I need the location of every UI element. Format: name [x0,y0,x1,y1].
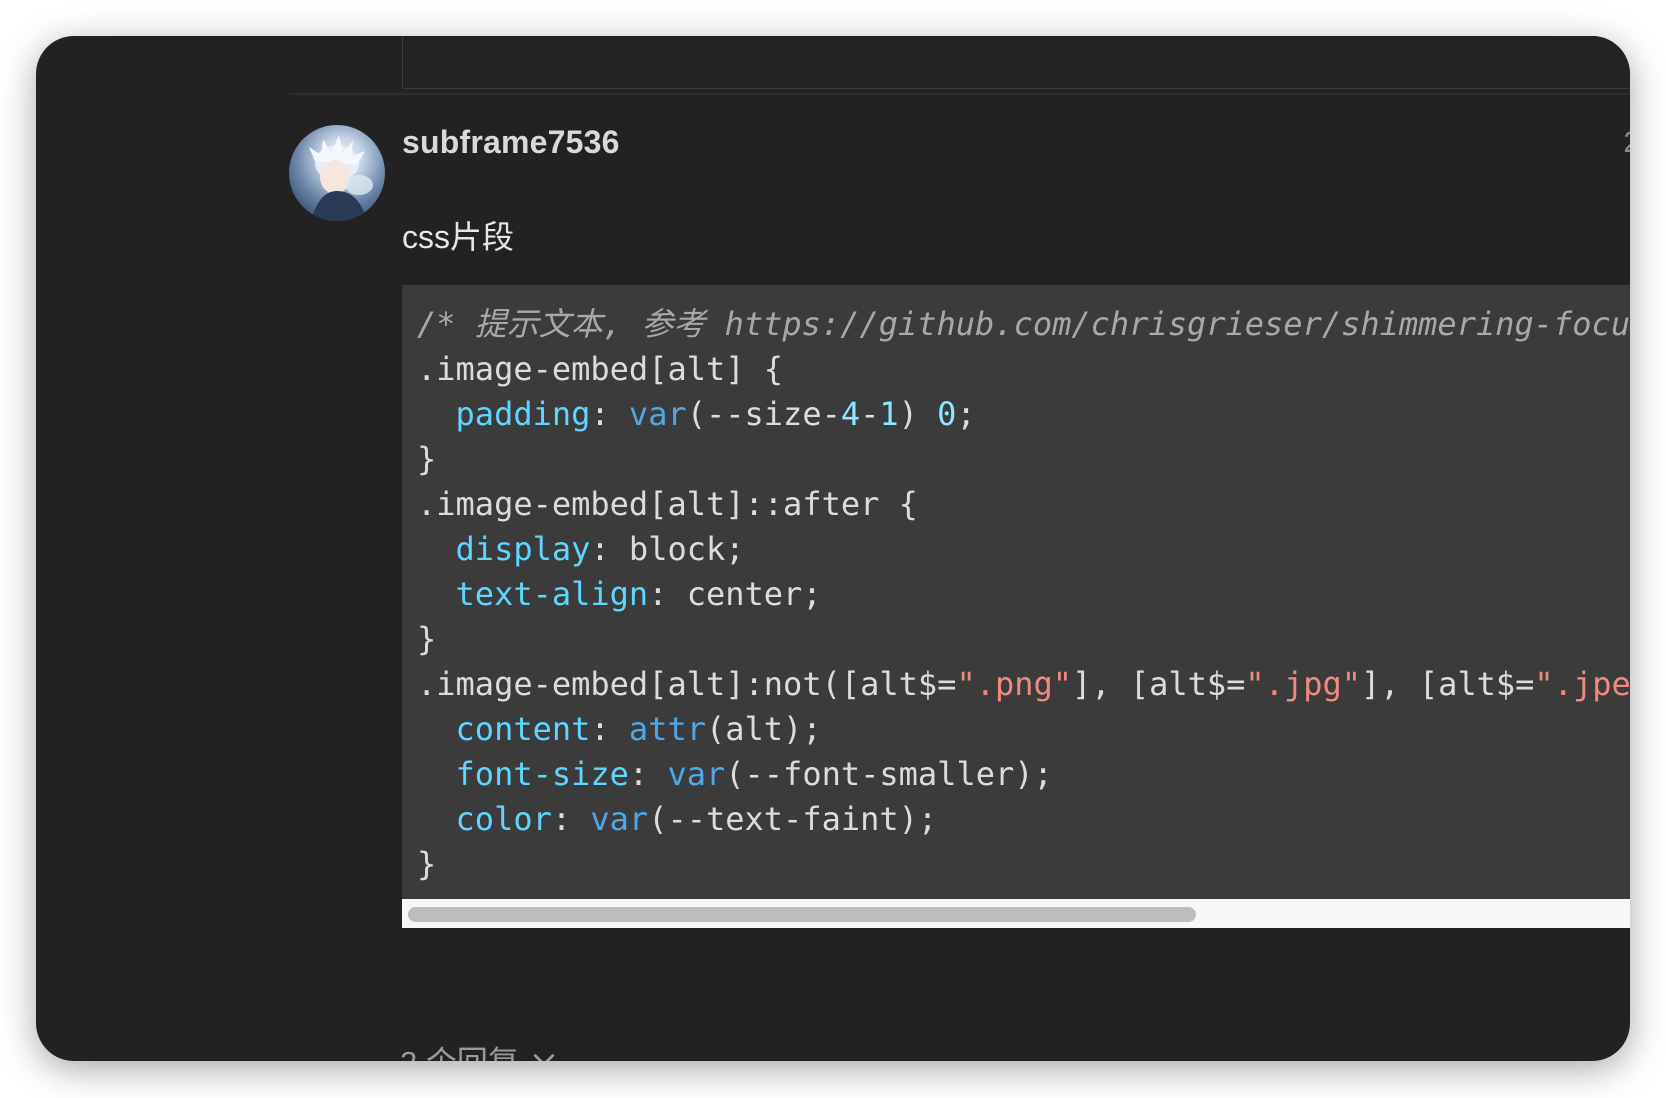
code-line: } [417,842,1630,887]
avatar[interactable] [289,125,385,221]
code-token: .image-embed[alt]::after { [417,485,918,523]
code-token: ], [alt$= [1072,665,1246,703]
code-token: (--text-faint); [648,800,938,838]
code-line: } [417,617,1630,662]
code-token: .image-embed[alt]:not([alt$= [417,665,957,703]
previous-comment-block [402,36,1630,89]
code-line: .image-embed[alt]:not([alt$=".png"], [al… [417,662,1630,707]
code-line: display: block; [417,527,1630,572]
code-token: display [455,530,591,568]
code-line: /* 提示文本, 参考 https://github.com/chrisgrie… [417,302,1630,347]
replies-label: 2 个回复 [400,1037,519,1061]
chevron-down-icon [533,1053,554,1061]
code-token: (alt); [705,710,822,748]
code-token: (--size- [686,395,841,433]
code-line: } [417,437,1630,482]
code-token: } [417,440,437,478]
code-block[interactable]: /* 提示文本, 参考 https://github.com/chrisgrie… [402,285,1630,928]
code-token: 4 [840,395,861,433]
code-token: padding [455,395,591,433]
code-token: 1 [879,395,899,433]
code-line: font-size: var(--font-smaller); [417,752,1630,797]
code-token: ".jpg" [1245,665,1362,703]
code-token: 0 [937,395,957,433]
username[interactable]: subframe7536 [402,124,620,161]
code-token: /* 提示文本, 参考 https://github.com/chrisgrie… [417,305,1630,343]
code-token: : [590,710,629,748]
code-token: : [628,755,668,793]
code-line: .image-embed[alt] { [417,347,1630,392]
comment-divider [289,93,1630,95]
code-token: : [590,395,629,433]
code-line: content: attr(alt); [417,707,1630,752]
code-token: } [417,845,437,883]
code-token: } [417,620,437,658]
code-token: var [628,395,687,433]
code-token: content [455,710,591,748]
code-token: .image-embed[alt] { [417,350,784,388]
code-token: ; [956,395,976,433]
code-token: text-align [455,575,649,613]
code-token: var [590,800,649,838]
code-token: : center; [648,575,822,613]
timestamp: 2 [1623,126,1630,160]
anime-avatar-icon [309,135,373,221]
code-token: - [860,395,880,433]
code-token: ".jpe [1534,665,1630,703]
code-token: ".png" [956,665,1073,703]
code-line: .image-embed[alt]::after { [417,482,1630,527]
code-token: (--font-smaller); [725,755,1053,793]
code-token: ) [898,395,938,433]
code-line: padding: var(--size-4-1) 0; [417,392,1630,437]
replies-toggle[interactable]: 2 个回复 [400,1037,557,1061]
code-token: : block; [590,530,745,568]
code-token: var [667,755,726,793]
comment-text: css片段 [402,219,515,255]
code-token: color [455,800,552,838]
code-token: : [551,800,591,838]
app-window: subframe7536 2 css片段 /* 提示文本, 参考 https:/… [36,36,1630,1061]
code-token: font-size [455,755,629,793]
code-line: text-align: center; [417,572,1630,617]
code-token: attr [628,710,706,748]
horizontal-scrollbar[interactable] [402,899,1630,928]
code-content: /* 提示文本, 参考 https://github.com/chrisgrie… [417,302,1630,887]
code-line: color: var(--text-faint); [417,797,1630,842]
scrollbar-thumb[interactable] [408,907,1196,922]
code-token: ], [alt$= [1361,665,1535,703]
